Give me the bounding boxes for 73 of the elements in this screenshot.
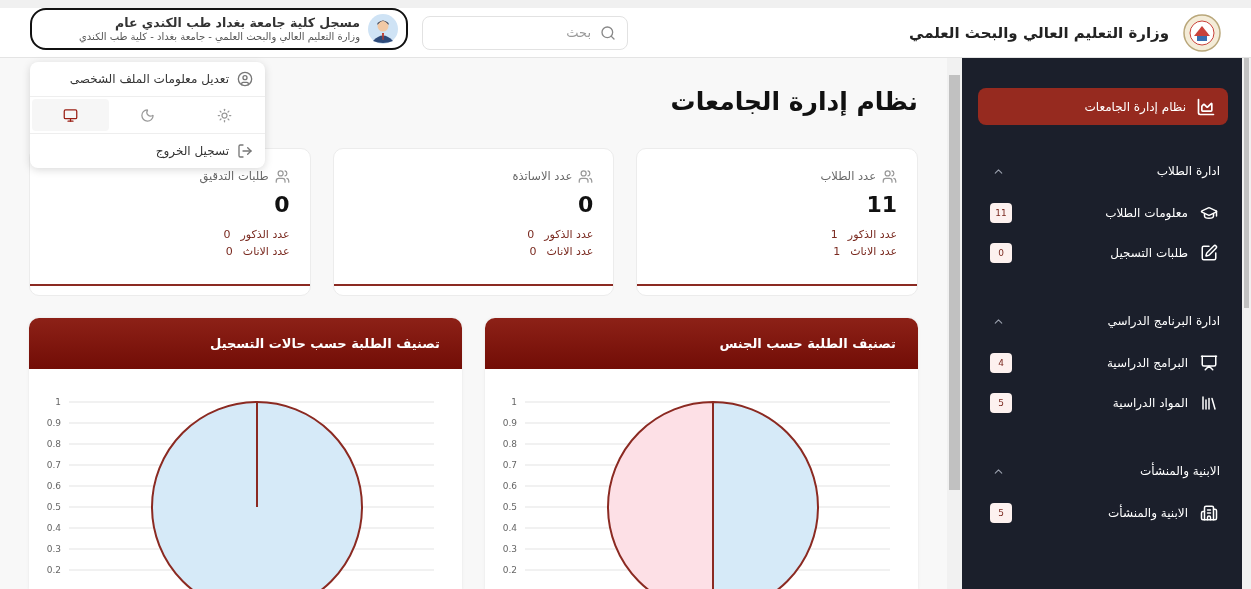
axis-tick-label: 0.6 xyxy=(46,481,61,491)
stat-label: عدد الاناث xyxy=(546,245,594,258)
sidebar-item[interactable]: نظام إدارة الجامعات xyxy=(978,88,1228,125)
theme-button[interactable] xyxy=(32,99,109,131)
axis-tick-label: 0.3 xyxy=(46,544,61,554)
chart-icon xyxy=(1196,96,1216,117)
axis-tick-label: 0.7 xyxy=(46,460,61,470)
axis-tick-label: 0.2 xyxy=(502,565,517,575)
stat-label: عدد الاناث xyxy=(850,245,897,258)
axis-tick-label: 1 xyxy=(55,397,61,407)
count-badge: 4 xyxy=(990,353,1012,373)
stat-count: 0 xyxy=(529,245,537,258)
stat-count: 1 xyxy=(830,228,838,241)
stat-count: 1 xyxy=(833,245,841,258)
edit-profile-link[interactable]: تعديل معلومات الملف الشخصى xyxy=(30,62,265,96)
moon-icon xyxy=(140,107,155,123)
axis-tick-label: 0.9 xyxy=(46,418,61,428)
user-organization: وزارة التعليم العالي والبحث العلمي - جامعة بغداد - كلية طب الكندي xyxy=(79,31,360,42)
edit-icon xyxy=(1200,244,1218,262)
axis-tick-label: 0.8 xyxy=(46,439,61,449)
chart-title: تصنيف الطلبة حسب حالات التسجيل xyxy=(29,318,462,369)
search-field[interactable]: بحث xyxy=(422,15,628,50)
stat-value: 0 xyxy=(273,192,290,217)
axis-tick-label: 0.9 xyxy=(502,418,517,428)
user-profile-button[interactable]: مسجل كلية جامعة بغداد طب الكندي عام وزارة التعليم العالي والبحث العلمي - جامعة بغداد - كلية طب الكندي xyxy=(30,7,408,50)
users-icon xyxy=(274,168,290,184)
stat-count: 0 xyxy=(223,228,231,241)
stat-count: 0 xyxy=(527,228,535,241)
users-icon xyxy=(578,168,594,184)
user-icon xyxy=(237,71,253,87)
axis-tick-label: 0.4 xyxy=(502,523,517,533)
stat-title: طلبات التدقيق xyxy=(199,169,269,183)
sidebar-group-header[interactable]: ادارة البرنامج الدراسي xyxy=(978,309,1228,333)
avatar-icon xyxy=(368,13,398,44)
sun-icon xyxy=(217,107,232,123)
ministry-title: وزارة التعليم العالي والبحث العلمي xyxy=(908,23,1169,42)
users-icon xyxy=(882,168,897,184)
axis-tick-label: 0.5 xyxy=(46,502,61,512)
count-badge: 11 xyxy=(990,203,1012,223)
stat-label: عدد الاناث xyxy=(242,245,290,258)
axis-tick-label: 0.5 xyxy=(502,502,517,512)
search-icon xyxy=(600,24,616,41)
logout-icon xyxy=(237,143,253,159)
axis-tick-label: 0.8 xyxy=(502,439,517,449)
monitor-icon xyxy=(63,107,78,123)
graduation-cap-icon xyxy=(1200,204,1218,222)
building-icon xyxy=(1200,504,1218,522)
logout-link[interactable]: تسجيل الخروج xyxy=(30,134,265,168)
axis-tick-label: 1 xyxy=(511,397,517,407)
count-badge: 5 xyxy=(990,393,1012,413)
axis-tick-label: 0.6 xyxy=(502,481,517,491)
stat-label: عدد الذكور xyxy=(544,228,594,241)
stat-value: 11 xyxy=(865,192,897,217)
ministry-logo xyxy=(1183,13,1221,52)
count-badge: 5 xyxy=(990,503,1012,523)
sidebar-group-header[interactable]: ادارة الطلاب xyxy=(978,159,1228,183)
axis-tick-label: 0.3 xyxy=(502,544,517,554)
stat-label: عدد الذكور xyxy=(847,228,897,241)
books-icon xyxy=(1200,394,1218,412)
stat-title: عدد الاساتذة xyxy=(512,169,573,183)
axis-tick-label: 0.7 xyxy=(502,460,517,470)
axis-tick-label: 0.2 xyxy=(46,565,61,575)
stat-count: 0 xyxy=(225,245,233,258)
stat-title: عدد الطلاب xyxy=(820,169,876,183)
sidebar-group-header[interactable]: الابنية والمنشأت xyxy=(978,459,1228,483)
page-title: نظام إدارة الجامعات xyxy=(670,85,918,118)
count-badge: 0 xyxy=(990,243,1012,263)
axis-tick-label: 0.4 xyxy=(46,523,61,533)
presentation-icon xyxy=(1200,354,1218,372)
user-name: مسجل كلية جامعة بغداد طب الكندي عام xyxy=(114,15,360,30)
stat-label: عدد الذكور xyxy=(240,228,290,241)
chart-title: تصنيف الطلبة حسب الجنس xyxy=(485,318,918,369)
stat-value: 0 xyxy=(577,192,594,217)
